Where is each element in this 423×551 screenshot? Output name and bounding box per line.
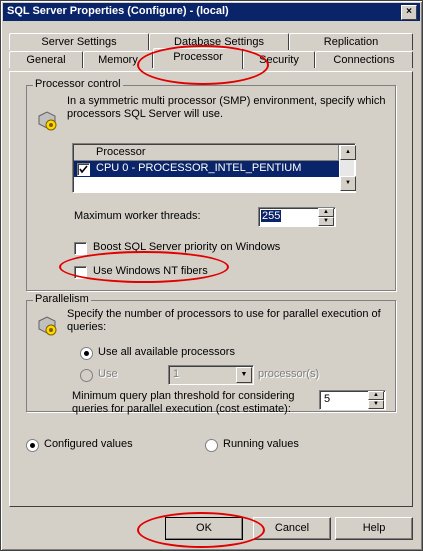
configured-values-label[interactable]: Configured values <box>44 438 133 450</box>
spin-up-icon[interactable]: ▲ <box>318 208 334 217</box>
processor-tab-panel: Processor control In a symmetric multi p… <box>9 71 413 507</box>
checkbox-checked-icon[interactable] <box>77 163 90 176</box>
nt-fibers-checkbox[interactable] <box>74 266 87 279</box>
spin-up-icon[interactable]: ▲ <box>368 391 384 400</box>
running-values-label[interactable]: Running values <box>223 438 299 450</box>
use-n-processors-label[interactable]: Use <box>98 368 118 380</box>
tab-connections[interactable]: Connections <box>315 51 413 68</box>
processor-list-row[interactable]: CPU 0 - PROCESSOR_INTEL_PENTIUM <box>74 161 339 177</box>
ok-button[interactable]: OK <box>165 517 243 540</box>
configured-values-radio[interactable] <box>26 439 39 452</box>
threshold-field[interactable]: 5 ▲ ▼ <box>319 390 386 410</box>
processor-list-scrollbar[interactable]: ▲ ▼ <box>340 145 356 191</box>
cancel-button[interactable]: Cancel <box>253 517 331 540</box>
boost-priority-checkbox[interactable] <box>74 242 87 255</box>
nt-fibers-label[interactable]: Use Windows NT fibers <box>93 265 208 277</box>
gear-icon <box>38 111 57 131</box>
processor-list-header[interactable]: Processor <box>74 145 339 161</box>
spin-down-icon[interactable]: ▼ <box>318 217 334 226</box>
max-worker-threads-value[interactable]: 255 <box>261 210 282 222</box>
processors-suffix: processor(s) <box>258 368 320 380</box>
spin-down-icon[interactable]: ▼ <box>368 400 384 409</box>
tab-general[interactable]: General <box>9 51 83 68</box>
gear-icon <box>38 316 57 336</box>
use-n-processors-radio[interactable] <box>80 369 93 382</box>
parallelism-description: Specify the number of processors to use … <box>67 308 381 333</box>
processor-list[interactable]: Processor CPU 0 - PROCESSOR_INTEL_PENTIU… <box>72 143 356 193</box>
processor-control-label: Processor control <box>33 78 123 90</box>
tab-security[interactable]: Security <box>243 51 315 68</box>
use-all-processors-label[interactable]: Use all available processors <box>98 346 235 358</box>
tab-replication[interactable]: Replication <box>289 33 413 50</box>
threshold-value[interactable]: 5 <box>324 393 330 405</box>
running-values-radio[interactable] <box>205 439 218 452</box>
scroll-down-icon[interactable]: ▼ <box>340 176 356 191</box>
processor-list-item-label: CPU 0 - PROCESSOR_INTEL_PENTIUM <box>96 162 302 174</box>
max-worker-threads-label: Maximum worker threads: <box>74 210 201 222</box>
use-all-processors-radio[interactable] <box>80 347 93 360</box>
processor-control-description: In a symmetric multi processor (SMP) env… <box>67 95 386 120</box>
processor-control-group: Processor control In a symmetric multi p… <box>26 78 396 291</box>
tab-server-settings[interactable]: Server Settings <box>9 33 149 50</box>
boost-priority-label[interactable]: Boost SQL Server priority on Windows <box>93 241 280 253</box>
max-worker-threads-field[interactable]: 255 ▲ ▼ <box>258 207 336 227</box>
title-bar: SQL Server Properties (Configure) - (loc… <box>3 3 420 21</box>
tab-processor[interactable]: Processor <box>153 48 243 69</box>
threshold-label: Minimum query plan threshold for conside… <box>72 390 295 415</box>
scroll-up-icon[interactable]: ▲ <box>340 145 356 160</box>
properties-dialog: SQL Server Properties (Configure) - (loc… <box>0 0 423 551</box>
help-button[interactable]: Help <box>335 517 413 540</box>
tab-memory[interactable]: Memory <box>83 51 153 68</box>
parallelism-label: Parallelism <box>33 293 91 305</box>
window-title: SQL Server Properties (Configure) - (loc… <box>7 5 229 17</box>
close-icon[interactable]: × <box>401 5 417 20</box>
dropdown-arrow-icon[interactable]: ▼ <box>236 367 252 383</box>
processor-count-dropdown[interactable]: 1 ▼ <box>168 365 254 385</box>
